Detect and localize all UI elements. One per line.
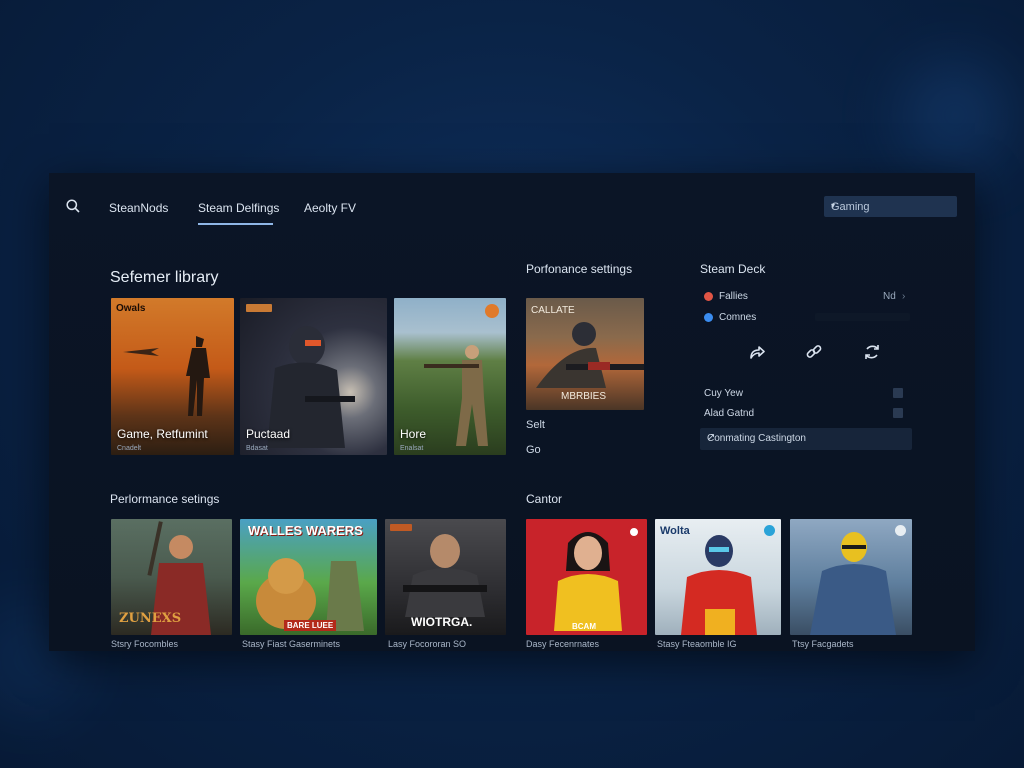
external-link-icon: ↗ [707, 432, 716, 443]
game-card[interactable]: WIOTRGA. [385, 519, 506, 635]
share-icon[interactable] [746, 341, 768, 363]
cantor-title: Cantor [526, 492, 563, 506]
card-caption: Stsry Focombles [111, 639, 179, 649]
checkbox[interactable] [893, 388, 903, 398]
publisher-badge [485, 304, 499, 318]
card-logo-text: WALLES WARERS [248, 523, 363, 538]
card-caption: Dasy Fecenrnates [526, 639, 600, 649]
steam-window: SteanNods Steam Delfings Aeolty FV Gamin… [49, 173, 975, 651]
card-caption: Lasy Focororan SO [388, 639, 467, 649]
gunman-figure [403, 534, 487, 617]
card-title: Puctaad [246, 427, 291, 441]
card-title: Hore [400, 427, 427, 441]
active-tab-indicator [198, 223, 273, 225]
mode-dropdown[interactable]: Gaming ▾ [824, 196, 957, 217]
performance-item-selt[interactable]: Selt [526, 419, 545, 431]
performance-settings-title: Porfonance settings [526, 262, 633, 276]
warrior-figure [186, 336, 210, 416]
library-card[interactable]: Hore Enalsat [394, 298, 506, 455]
card-logo-text: WIOTRGA. [411, 615, 473, 629]
deck-row-label: Fallies [719, 291, 748, 302]
tab-steam-delfings[interactable]: Steam Delfings [198, 201, 279, 215]
library-title: Sefemer library [110, 269, 219, 286]
card-badge-text: Owals [116, 303, 146, 314]
game-card[interactable]: Wolta [655, 519, 781, 635]
game-card[interactable]: BCAM [526, 519, 647, 635]
status-dot-red [704, 292, 713, 301]
card-logo-text: BCAM [572, 622, 596, 631]
performance-section-title: Perlormance setings [110, 492, 220, 506]
library-card[interactable]: Owals Game, Retfumint Cnadelt [111, 298, 234, 455]
card-caption: Stasy Fiast Gaserminets [242, 639, 341, 649]
girl-figure [554, 532, 622, 631]
card-bottom-text: MBRBIES [561, 391, 607, 402]
status-dot-blue [704, 313, 713, 322]
checkbox[interactable] [893, 408, 903, 418]
card-caption: Ttsy Facgadets [792, 639, 854, 649]
link-icon[interactable] [803, 341, 825, 363]
card-subtitle: Enalsat [400, 445, 424, 452]
card-subtitle: Bdasat [246, 445, 268, 452]
performance-item-go[interactable]: Go [526, 444, 541, 456]
deck-row-value[interactable]: Nd [883, 291, 896, 302]
card-logo-text: ZUNEXS [119, 611, 182, 626]
chevron-down-icon: ▾ [831, 201, 836, 210]
card-title: Game, Retfumint [117, 427, 208, 441]
progress-bar [815, 313, 910, 321]
tab-aeolty-fv[interactable]: Aeolty FV [304, 201, 356, 215]
card-sublogo-text: BARE LUEE [284, 620, 337, 631]
card-subtitle: Cnadelt [117, 445, 142, 452]
publisher-badge [764, 525, 775, 536]
game-card[interactable]: ZUNEXS [111, 519, 232, 635]
sync-icon[interactable] [861, 341, 883, 363]
hunter-figure [424, 345, 488, 446]
aircraft-figure [123, 348, 159, 356]
game-card[interactable]: WALLES WARERS BARE LUEE [240, 519, 377, 635]
search-icon[interactable] [66, 199, 80, 213]
tab-steamnods[interactable]: SteanNods [109, 201, 168, 215]
chevron-right-icon[interactable]: › [902, 291, 905, 302]
card-caption: Stasy Fteaomble IG [657, 639, 737, 649]
superhero-figure [681, 535, 757, 635]
connect-button[interactable]: Conmating Castington ↗ [700, 428, 912, 450]
soldier-figure [536, 322, 644, 388]
publisher-logo [246, 304, 272, 312]
toggle-label: Alad Gatnd [704, 408, 755, 419]
library-card[interactable]: Puctaad Bdasat [240, 298, 387, 455]
masked-fighter-figure [810, 532, 896, 635]
toggle-label: Cuy Yew [704, 388, 743, 399]
card-top-text: CALLATE [531, 305, 575, 316]
game-card[interactable] [790, 519, 912, 635]
featured-card[interactable]: CALLATE MBRBIES [526, 298, 644, 410]
deck-row-label: Comnes [719, 312, 757, 323]
steam-deck-title: Steam Deck [700, 262, 766, 276]
